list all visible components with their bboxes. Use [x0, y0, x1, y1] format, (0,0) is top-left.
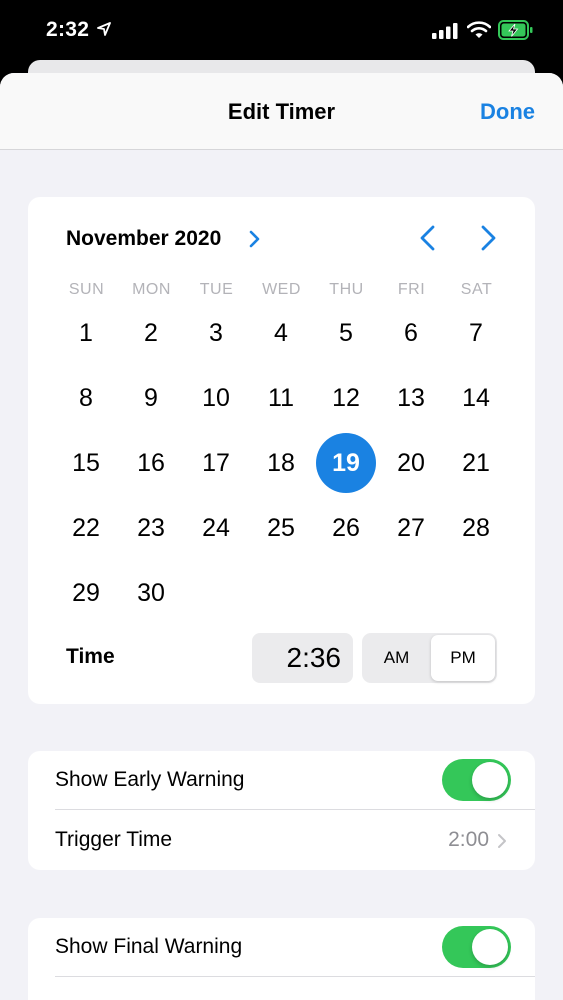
toggle-knob — [472, 762, 508, 798]
calendar-day-9[interactable]: 9 — [121, 368, 181, 428]
calendar-day-29[interactable]: 29 — [56, 563, 116, 623]
done-button[interactable]: Done — [480, 99, 535, 125]
weekday-header: SUN MON TUE WED THU FRI SAT — [54, 281, 509, 301]
early-warning-group: Show Early Warning Trigger Time 2:00 — [28, 751, 535, 870]
calendar-day-7[interactable]: 7 — [446, 303, 506, 363]
time-label: Time — [66, 645, 115, 668]
location-arrow-icon — [97, 22, 111, 36]
show-early-warning-row: Show Early Warning — [28, 751, 535, 810]
date-picker-card: November 2020 SUN MON TUE WED THU FRI SA… — [28, 197, 535, 704]
calendar-day-15[interactable]: 15 — [56, 433, 116, 493]
weekday-label: THU — [329, 281, 364, 298]
calendar-day-25[interactable]: 25 — [251, 498, 311, 558]
am-pm-segmented-control: AM PM — [362, 633, 497, 683]
weekday-label: TUE — [199, 281, 234, 298]
calendar-day-26[interactable]: 26 — [316, 498, 376, 558]
weekday-label: SAT — [460, 281, 493, 298]
calendar-day-16[interactable]: 16 — [121, 433, 181, 493]
calendar-day-30[interactable]: 30 — [121, 563, 181, 623]
month-picker-chevron-icon[interactable] — [248, 230, 262, 248]
navigation-bar: Edit Timer Done — [0, 73, 563, 150]
show-final-warning-toggle[interactable] — [442, 926, 511, 968]
wifi-icon — [467, 21, 491, 38]
status-time: 2:32 — [46, 18, 90, 41]
row-divider — [55, 976, 535, 977]
calendar-day-17[interactable]: 17 — [186, 433, 246, 493]
page-title: Edit Timer — [227, 99, 336, 124]
calendar-day-6[interactable]: 6 — [381, 303, 441, 363]
weekday-label: MON — [132, 281, 171, 298]
chevron-right-icon — [498, 834, 506, 848]
calendar-day-11[interactable]: 11 — [251, 368, 311, 428]
battery-charging-icon — [498, 20, 533, 40]
show-final-warning-row: Show Final Warning — [28, 918, 535, 977]
show-early-warning-toggle[interactable] — [442, 759, 511, 801]
calendar-day-27[interactable]: 27 — [381, 498, 441, 558]
calendar-day-8[interactable]: 8 — [56, 368, 116, 428]
calendar-day-4[interactable]: 4 — [251, 303, 311, 363]
trigger-time-value: 2:00 — [448, 828, 489, 851]
calendar-day-19[interactable]: 19 — [316, 433, 376, 493]
calendar-day-18[interactable]: 18 — [251, 433, 311, 493]
toggle-knob — [472, 929, 508, 965]
show-early-warning-label: Show Early Warning — [55, 768, 245, 791]
calendar-day-14[interactable]: 14 — [446, 368, 506, 428]
row-divider — [55, 809, 535, 810]
weekday-label: SUN — [68, 281, 105, 298]
calendar-day-23[interactable]: 23 — [121, 498, 181, 558]
calendar-day-2[interactable]: 2 — [121, 303, 181, 363]
calendar-day-1[interactable]: 1 — [56, 303, 116, 363]
previous-month-icon[interactable] — [418, 225, 438, 251]
time-input[interactable]: 2:36 — [252, 633, 353, 683]
calendar-day-5[interactable]: 5 — [316, 303, 376, 363]
calendar-day-12[interactable]: 12 — [316, 368, 376, 428]
trigger-time-row[interactable]: Trigger Time 2:00 — [28, 811, 535, 870]
month-year-label[interactable]: November 2020 — [66, 227, 221, 251]
calendar-day-20[interactable]: 20 — [381, 433, 441, 493]
final-warning-group: Show Final Warning — [28, 918, 535, 1000]
pm-segment[interactable]: PM — [431, 635, 495, 681]
status-bar: 2:32 — [0, 0, 563, 62]
calendar-day-3[interactable]: 3 — [186, 303, 246, 363]
cellular-signal-icon — [432, 23, 458, 39]
edit-timer-sheet: Edit Timer Done November 2020 SUN MON TU… — [0, 73, 563, 1000]
calendar-day-21[interactable]: 21 — [446, 433, 506, 493]
calendar-day-24[interactable]: 24 — [186, 498, 246, 558]
show-final-warning-label: Show Final Warning — [55, 935, 243, 958]
calendar-day-22[interactable]: 22 — [56, 498, 116, 558]
am-segment[interactable]: AM — [364, 635, 429, 681]
next-month-icon[interactable] — [478, 225, 498, 251]
calendar-day-28[interactable]: 28 — [446, 498, 506, 558]
calendar-day-10[interactable]: 10 — [186, 368, 246, 428]
trigger-time-label: Trigger Time — [55, 828, 173, 851]
weekday-label: WED — [262, 281, 301, 298]
calendar-day-13[interactable]: 13 — [381, 368, 441, 428]
weekday-label: FRI — [397, 281, 426, 298]
